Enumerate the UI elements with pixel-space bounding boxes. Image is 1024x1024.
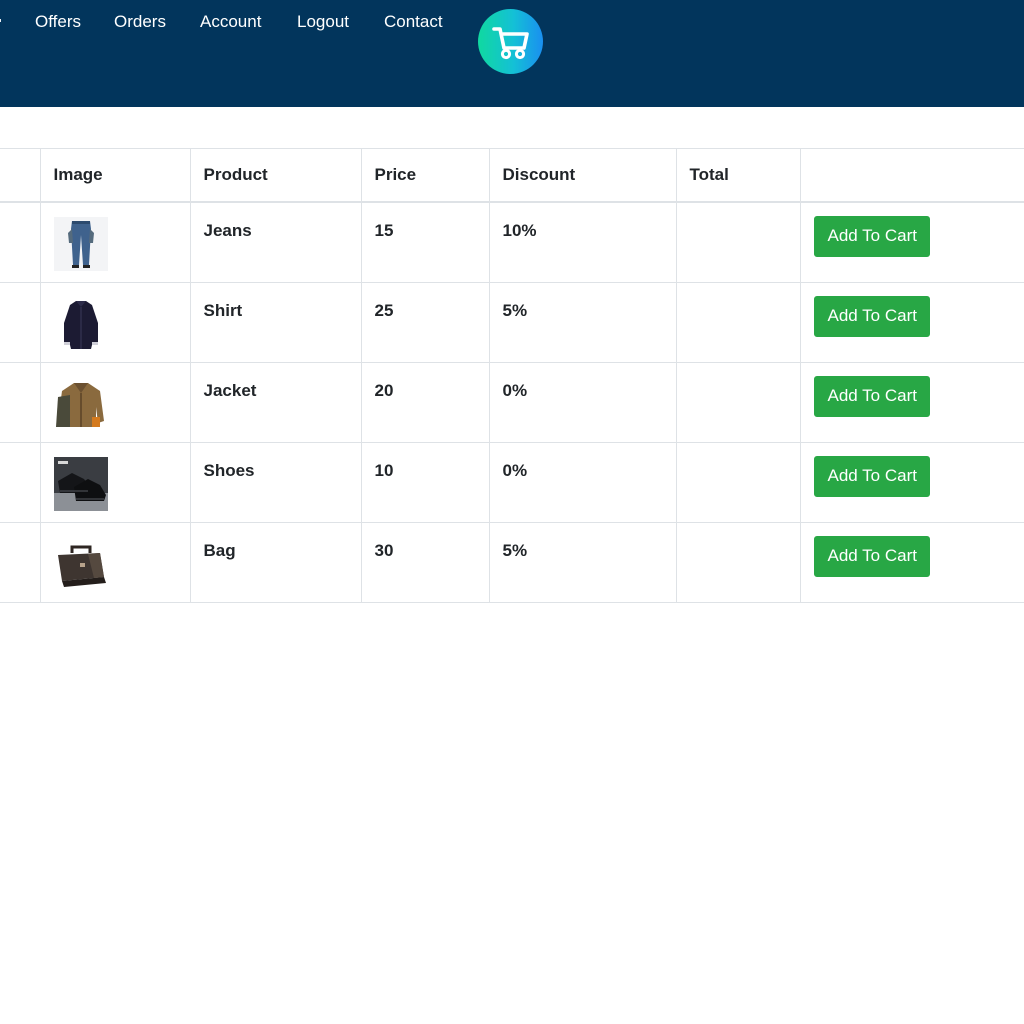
product-image-cell xyxy=(39,521,190,603)
product-name: Shirt xyxy=(189,281,361,362)
product-name: Bag xyxy=(189,521,361,603)
action-cell: Add To Cart xyxy=(799,201,1024,282)
products-table-container: Image Product Price Discount Total Jeans… xyxy=(0,148,1024,603)
add-to-cart-button[interactable]: Add To Cart xyxy=(813,535,930,577)
add-to-cart-button[interactable]: Add To Cart xyxy=(813,455,930,497)
product-name: Jacket xyxy=(189,361,361,442)
row-index-cell xyxy=(0,281,40,362)
shopping-cart-icon xyxy=(491,26,529,59)
product-total xyxy=(675,201,800,282)
product-discount: 0% xyxy=(488,361,676,442)
table-row: Jacket 20 0% Add To Cart xyxy=(0,361,1024,442)
top-navbar: Offers Orders Account Logout Contact xyxy=(0,0,1024,107)
add-to-cart-button[interactable]: Add To Cart xyxy=(813,375,930,417)
header-discount: Discount xyxy=(488,148,676,203)
action-cell: Add To Cart xyxy=(799,361,1024,442)
product-image-cell xyxy=(39,201,190,282)
nav-link-account[interactable]: Account xyxy=(200,12,261,32)
nav-link-logout[interactable]: Logout xyxy=(297,12,349,32)
table-row: Bag 30 5% Add To Cart xyxy=(0,521,1024,603)
product-discount: 5% xyxy=(488,281,676,362)
bag-image xyxy=(53,536,108,591)
jeans-image xyxy=(53,217,108,271)
row-index-cell xyxy=(0,441,40,522)
add-to-cart-button[interactable]: Add To Cart xyxy=(813,295,930,337)
product-discount: 5% xyxy=(488,521,676,603)
header-image: Image xyxy=(39,148,190,203)
product-total xyxy=(675,361,800,442)
product-total xyxy=(675,441,800,522)
table-header-row: Image Product Price Discount Total xyxy=(0,148,1024,203)
products-table: Image Product Price Discount Total Jeans… xyxy=(0,148,1024,603)
product-image-cell xyxy=(39,281,190,362)
nav-link-contact[interactable]: Contact xyxy=(384,12,443,32)
jacket-image xyxy=(53,376,108,431)
product-total xyxy=(675,521,800,603)
cart-logo-button[interactable] xyxy=(478,9,543,74)
action-cell: Add To Cart xyxy=(799,521,1024,603)
header-product: Product xyxy=(189,148,361,203)
header-price: Price xyxy=(360,148,489,203)
header-total: Total xyxy=(675,148,800,203)
nav-link-orders[interactable]: Orders xyxy=(114,12,166,32)
product-price: 25 xyxy=(360,281,489,362)
product-image-cell xyxy=(39,441,190,522)
product-total xyxy=(675,281,800,362)
action-cell: Add To Cart xyxy=(799,441,1024,522)
product-discount: 10% xyxy=(488,201,676,282)
product-price: 10 xyxy=(360,441,489,522)
row-index-cell xyxy=(0,521,40,603)
product-price: 20 xyxy=(360,361,489,442)
table-row: Jeans 15 10% Add To Cart xyxy=(0,201,1024,282)
nav-link-offers[interactable]: Offers xyxy=(35,12,81,32)
product-price: 15 xyxy=(360,201,489,282)
shirt-image xyxy=(53,296,108,351)
table-row: Shirt 25 5% Add To Cart xyxy=(0,281,1024,362)
product-name: Jeans xyxy=(189,201,361,282)
action-cell: Add To Cart xyxy=(799,281,1024,362)
table-row: Shoes 10 0% Add To Cart xyxy=(0,441,1024,522)
add-to-cart-button[interactable]: Add To Cart xyxy=(813,216,930,257)
header-index xyxy=(0,148,40,203)
product-image-cell xyxy=(39,361,190,442)
header-action xyxy=(799,148,1024,203)
nav-overflow-fragment xyxy=(0,19,1,22)
row-index-cell xyxy=(0,361,40,442)
row-index-cell xyxy=(0,201,40,282)
product-discount: 0% xyxy=(488,441,676,522)
product-name: Shoes xyxy=(189,441,361,522)
product-price: 30 xyxy=(360,521,489,603)
shoes-image xyxy=(53,456,108,511)
